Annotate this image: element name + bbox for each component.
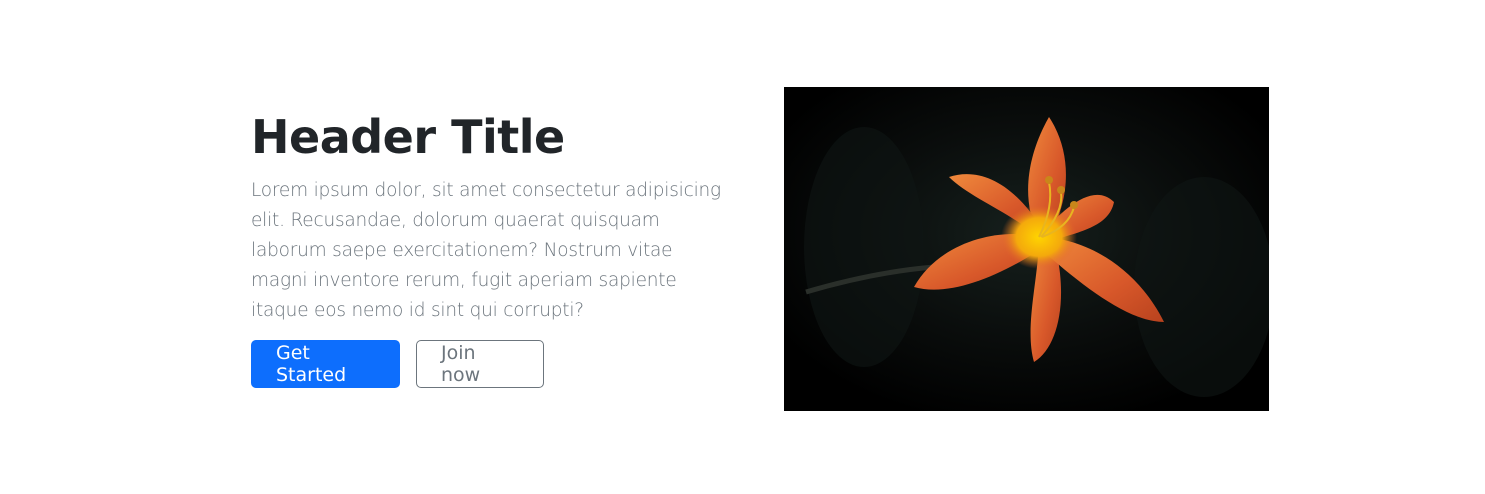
hero-text-column: Header Title Lorem ipsum dolor, sit amet… <box>251 108 731 326</box>
hero-description: Lorem ipsum dolor, sit amet consectetur … <box>251 180 721 321</box>
page-title: Header Title <box>251 110 565 164</box>
get-started-button[interactable]: Get Started <box>251 340 400 388</box>
hero-image <box>784 87 1269 411</box>
join-now-button[interactable]: Join now <box>416 340 544 388</box>
lily-flower-image <box>784 87 1269 411</box>
hero-buttons: Get Started Join now <box>251 340 544 388</box>
hero-section: Header Title Lorem ipsum dolor, sit amet… <box>0 0 1485 494</box>
